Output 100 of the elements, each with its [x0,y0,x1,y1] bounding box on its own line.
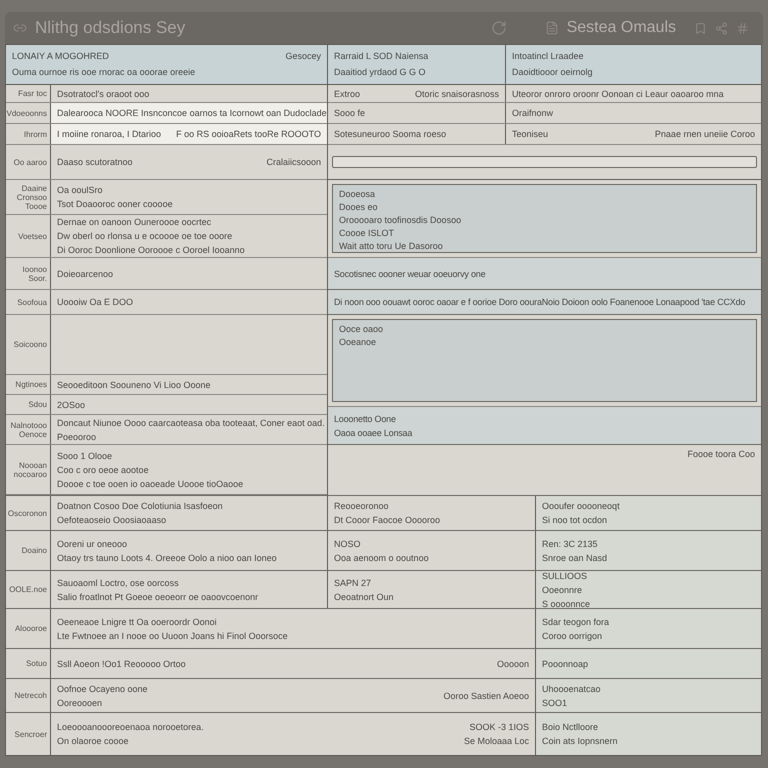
field-text: Poeooroo [57,430,98,442]
field-text: Looonetto Oone [334,412,397,424]
row-label: Ioonoo Soor. [22,264,47,282]
header-title: Rarraid L SOD Naiensa [334,50,430,62]
field-text: Oefoteaoseio Ooosiaoaaso [57,514,168,526]
field-text: SOOK -3 1IOS [469,721,529,733]
field-text: Ren: 3C 2135 [542,538,599,550]
field-text: On olaoroe coooe [57,735,130,747]
row-label: Sdou [28,400,47,409]
field-text: Ooreni ur oneooo [57,538,128,550]
field-text: 2OSoo [57,398,86,410]
field-text: Doncaut Niunoe Oooo caarcaoteasa oba tooteaat, Coner eaot oad. [57,416,325,428]
row-label: Aloooroe [14,624,47,633]
field-text: Si noo tot ocdon [542,514,608,526]
field-text: Ooa aenoom o ooutnoo [334,552,429,564]
row-label: Vdoeoonns [6,108,47,118]
row-label: Voetseo [18,232,47,240]
window-subtitle: Sestea Omauls [566,18,676,38]
field-text: Coin ats Iopnsnern [542,735,618,747]
field-text: Otoric snaisorasnoss [414,88,499,100]
field-text: I moiine ronaroa, I Dtarioo [57,128,162,140]
input-field[interactable] [332,156,757,168]
field-text: Boio Nctlloore [542,721,600,733]
field-text: Dsotratocl's oraoot ooo [57,88,150,100]
field-text: Ssll Aoeon !Oo1 Reooooo Ortoo [57,658,186,670]
field-text: Lte Fwtnoee an I nooe oo Uuoon Joans hi Finol Ooorsoce [57,630,288,642]
hash-icon[interactable] [736,22,749,34]
field-text: Oaoa ooaee Lonsaa [334,426,414,438]
row-label: Nalnotooo Oenoce [10,420,47,438]
row-label: Noooan nocoaroo [12,460,47,478]
field-text: Orooooaro toofinosdis Doosoo [339,214,462,226]
field-text: Sooo fe [334,107,366,119]
share-icon[interactable] [715,22,728,34]
header-title: LONAIY A MOGOHRED [12,50,110,62]
field-text: Doieoarcenoo [57,268,114,280]
row-label: Netrecoh [14,691,47,700]
field-text: Cralaiicsooon [266,156,321,168]
bookmark-icon[interactable] [694,22,707,34]
header-title: Intoatincl Lraadee [512,50,585,62]
field-text: Doooe c toe ooen io oaoeade Uoooe tioOaooe [57,478,244,490]
field-text: Dw oberl oo rlonsa u e ocoooe oe toe ooore [57,230,234,242]
field-text: Loeoooanoooreoenaoa norooetorea. [57,721,204,733]
field-text: Oeeneaoe Lnigre tt Oa ooeroordr Oonoi [57,616,218,628]
field-text: Se Moloaaa Loc [464,735,529,747]
field-text: Sooo 1 Olooe [57,450,114,462]
window-title: Nlithg odsdions Sey [35,17,186,40]
row-label: Sotuo [26,659,47,668]
header-subtitle: Ouma ournoe ris ooe rnorac oa ooorae oreeie [12,66,196,78]
row-label: Fasr toc [18,89,47,98]
field-text: Sotesuneuroo Sooma roeso [334,128,446,140]
field-text: Dooeosa [339,188,376,200]
field-text: Ooooon [496,658,529,670]
field-text: Daaso scutoratnoo [57,156,133,168]
field-text: Sdar teogon fora [542,616,610,628]
field-text: Uteoror onroro oroonr Oonoan ci Leaur oaoaroo mna [512,88,724,100]
field-text: Oraifnonw [512,107,554,119]
document-icon[interactable] [544,21,559,35]
field-text: Coo c oro oeoe aootoe [57,464,150,476]
field-text: Pnaae rnen uneiie Coroo [654,128,755,140]
row-label: Doaino [22,546,47,555]
field-text: Ooce oaoo [339,323,384,335]
field-text: Oeoatnort Oun [334,590,394,602]
field-text: Salio froatlnot Pt Goeoe oeoeorr oe oaoovcoenonr [57,590,258,602]
field-text: Otaoy trs tauno Loots 4. Oreeoe Oolo a nioo oan Ioneo [57,552,277,564]
field-text: Ooreoooen [57,696,104,708]
field-text: Di Ooroc Doonlione Ooroooe c Ooroel Iooanno [57,244,245,256]
field-text: Socotisnec oooner weuar ooeuorvy one [334,268,486,280]
header-note: Gesocey [285,50,321,63]
field-text: Uoooiw Oa E DOO [57,296,134,308]
field-text: Extroo [334,88,360,100]
field-text: Oooufer ooooneoqt [542,500,620,512]
field-text: Dalearooca NOORE Insnconcoe oarnos ta Icornowt oan Dudoclade [57,107,327,119]
field-text: Dernae on oanoon Ouneroooe oocrtec [57,216,212,228]
row-label: Oscoronon [8,508,47,518]
circle-arrow-icon[interactable] [490,20,507,36]
row-label: Soicoono [14,340,47,349]
row-label: Sencroer [14,730,47,738]
field-text: Di noon ooo oouawt ooroc oaoar e f oorioe Doro oouraNoio Doioon oolo Foanenooe Lonaapood 'tae CCXdo [334,296,746,308]
field-text: Wait atto toru Ue Dasoroo [339,240,444,252]
field-text: Oa ooulSro [57,184,104,196]
row-label: Daaine Cronsoo Toooe [16,184,47,210]
field-text: Teoniseu [512,128,548,140]
row-label: OOLE.noe [9,585,47,594]
field-text: Coooe ISLOT [339,227,396,239]
field-text: Reooeoronoo [334,500,390,512]
field-text: Ooeonnre [542,584,584,596]
row-label: Oo aaroo [14,158,47,166]
field-text: Seooeditoon Soouneno Vi Lioo Ooone [57,378,210,390]
field-text: Pooonnoap [542,658,588,670]
field-text: Oofnoe Ocayeno oone [57,682,148,694]
field-text: SOO1 [542,696,568,708]
field-text: Sauoaoml Loctro, ose oorcoss [57,576,180,588]
field-text: Snroe oan Nasd [542,552,608,564]
field-text: SAPN 27 [334,576,372,588]
field-text: NOSO [334,538,362,550]
field-text: Tsot Doaooroc ooner cooooe [57,198,173,210]
field-text: Doatnon Cosoo Doe Colotiunia Isasfoeon [57,500,223,512]
row-label: Ihrorm [24,130,47,138]
field-text: F oo RS ooioaRets tooRe ROOOTO [176,128,321,140]
row-label: Soofoua [17,298,47,306]
